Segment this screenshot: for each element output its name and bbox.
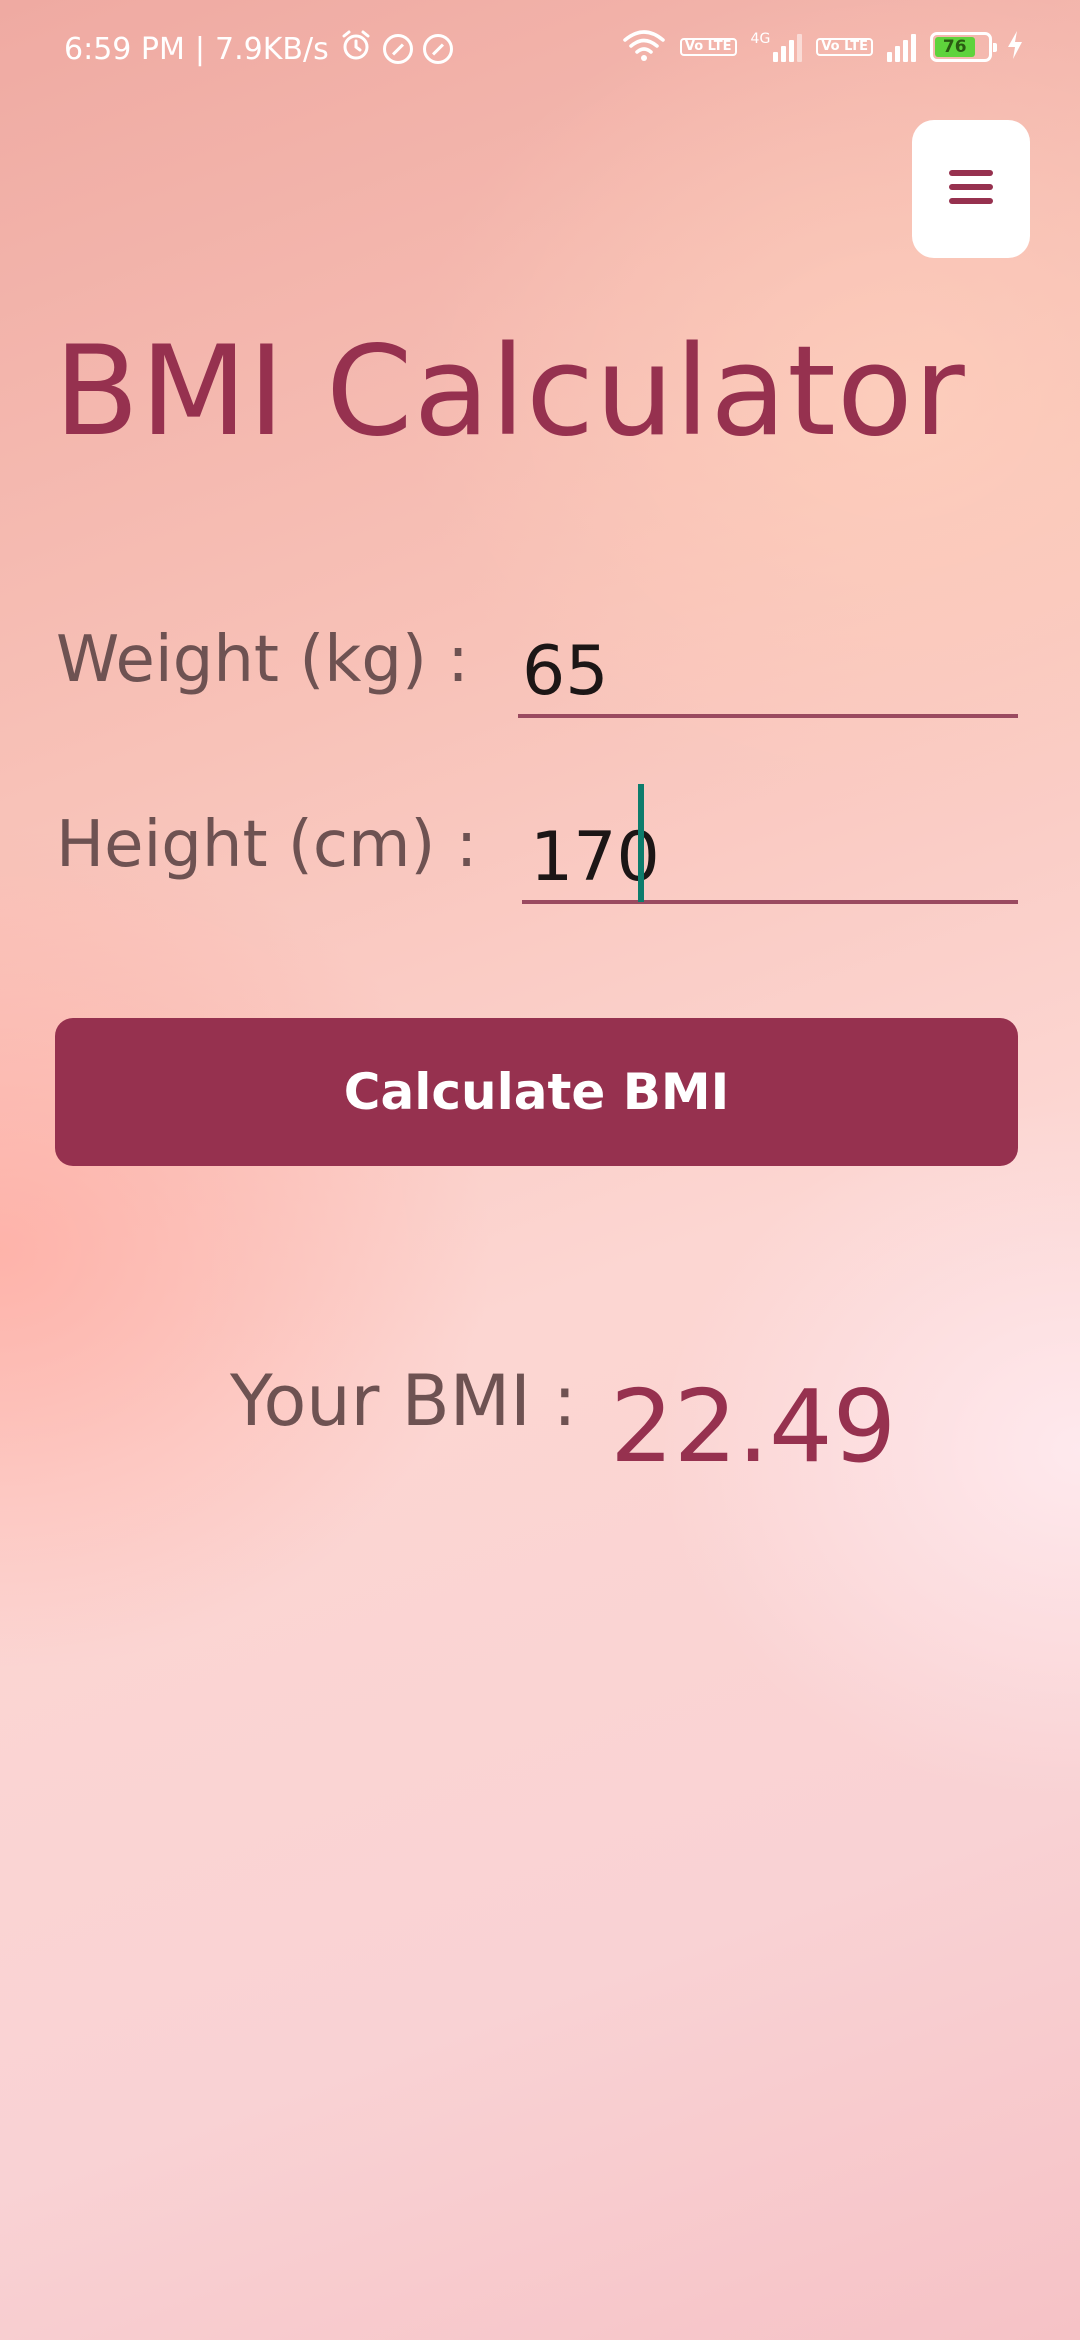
signal-icon: 4G bbox=[751, 32, 803, 62]
height-label: Height (cm) : bbox=[56, 808, 478, 882]
alarm-icon bbox=[339, 28, 373, 70]
menu-button[interactable] bbox=[912, 120, 1030, 258]
wifi-icon bbox=[622, 28, 666, 66]
status-separator: | bbox=[194, 31, 205, 67]
hamburger-menu-icon bbox=[948, 167, 994, 211]
status-left: 6:59 PM | 7.9KB/s bbox=[64, 28, 453, 70]
volte-badge-sim1: Vo LTE bbox=[679, 38, 737, 56]
network-type: 4G bbox=[750, 31, 771, 47]
bmi-result-value: 22.49 bbox=[610, 1368, 897, 1485]
volte-badge-sim2: Vo LTE bbox=[816, 38, 873, 56]
battery-level: 76 bbox=[935, 37, 975, 57]
no-disturb-icon bbox=[382, 34, 413, 64]
battery-icon: 76 bbox=[930, 32, 997, 62]
weight-label: Weight (kg) : bbox=[56, 623, 469, 697]
signal-icon bbox=[887, 32, 916, 62]
no-disturb-icon bbox=[422, 34, 453, 64]
calculate-bmi-button[interactable]: Calculate BMI bbox=[55, 1018, 1018, 1166]
status-right: Vo LTE 4G Vo LTE 76 bbox=[622, 28, 1024, 66]
status-time: 6:59 PM bbox=[64, 31, 185, 67]
status-bar: 6:59 PM | 7.9KB/s Vo LTE 4G Vo LTE 76 bbox=[0, 0, 1080, 100]
height-input[interactable] bbox=[522, 814, 1018, 904]
weight-input[interactable] bbox=[518, 628, 1018, 718]
charging-icon bbox=[1006, 30, 1024, 64]
page-title: BMI Calculator bbox=[54, 320, 966, 464]
bmi-result-label: Your BMI : bbox=[230, 1360, 577, 1442]
status-network-speed: 7.9KB/s bbox=[215, 31, 329, 67]
text-caret bbox=[638, 784, 644, 902]
